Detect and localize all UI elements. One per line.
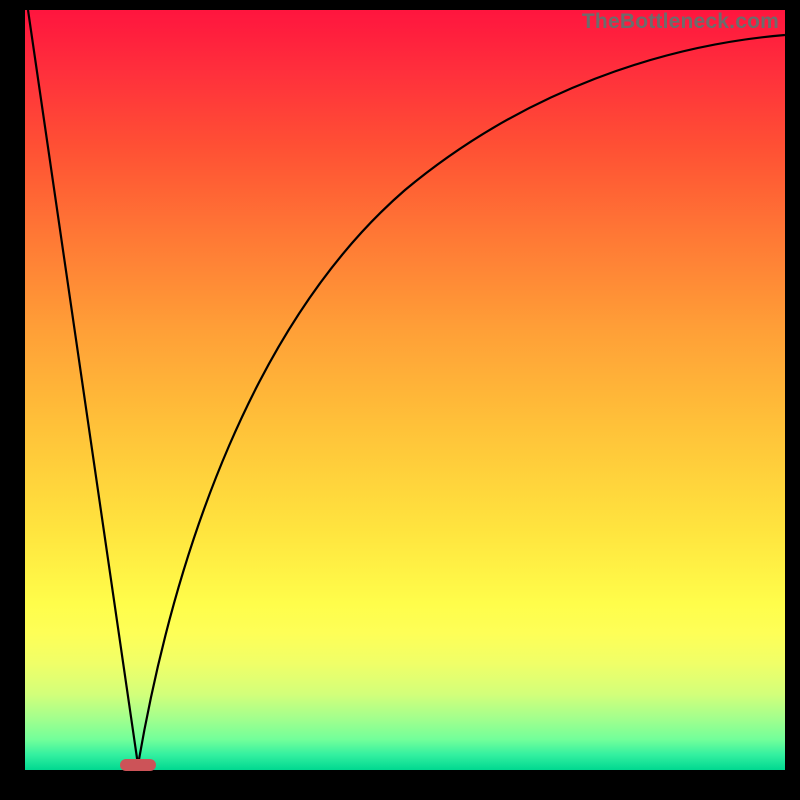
- chart-frame: TheBottleneck.com: [0, 0, 800, 800]
- left-line: [28, 10, 138, 765]
- curves-svg: [25, 10, 785, 770]
- min-marker: [120, 759, 156, 771]
- right-curve: [138, 35, 785, 765]
- plot-area: TheBottleneck.com: [25, 10, 785, 770]
